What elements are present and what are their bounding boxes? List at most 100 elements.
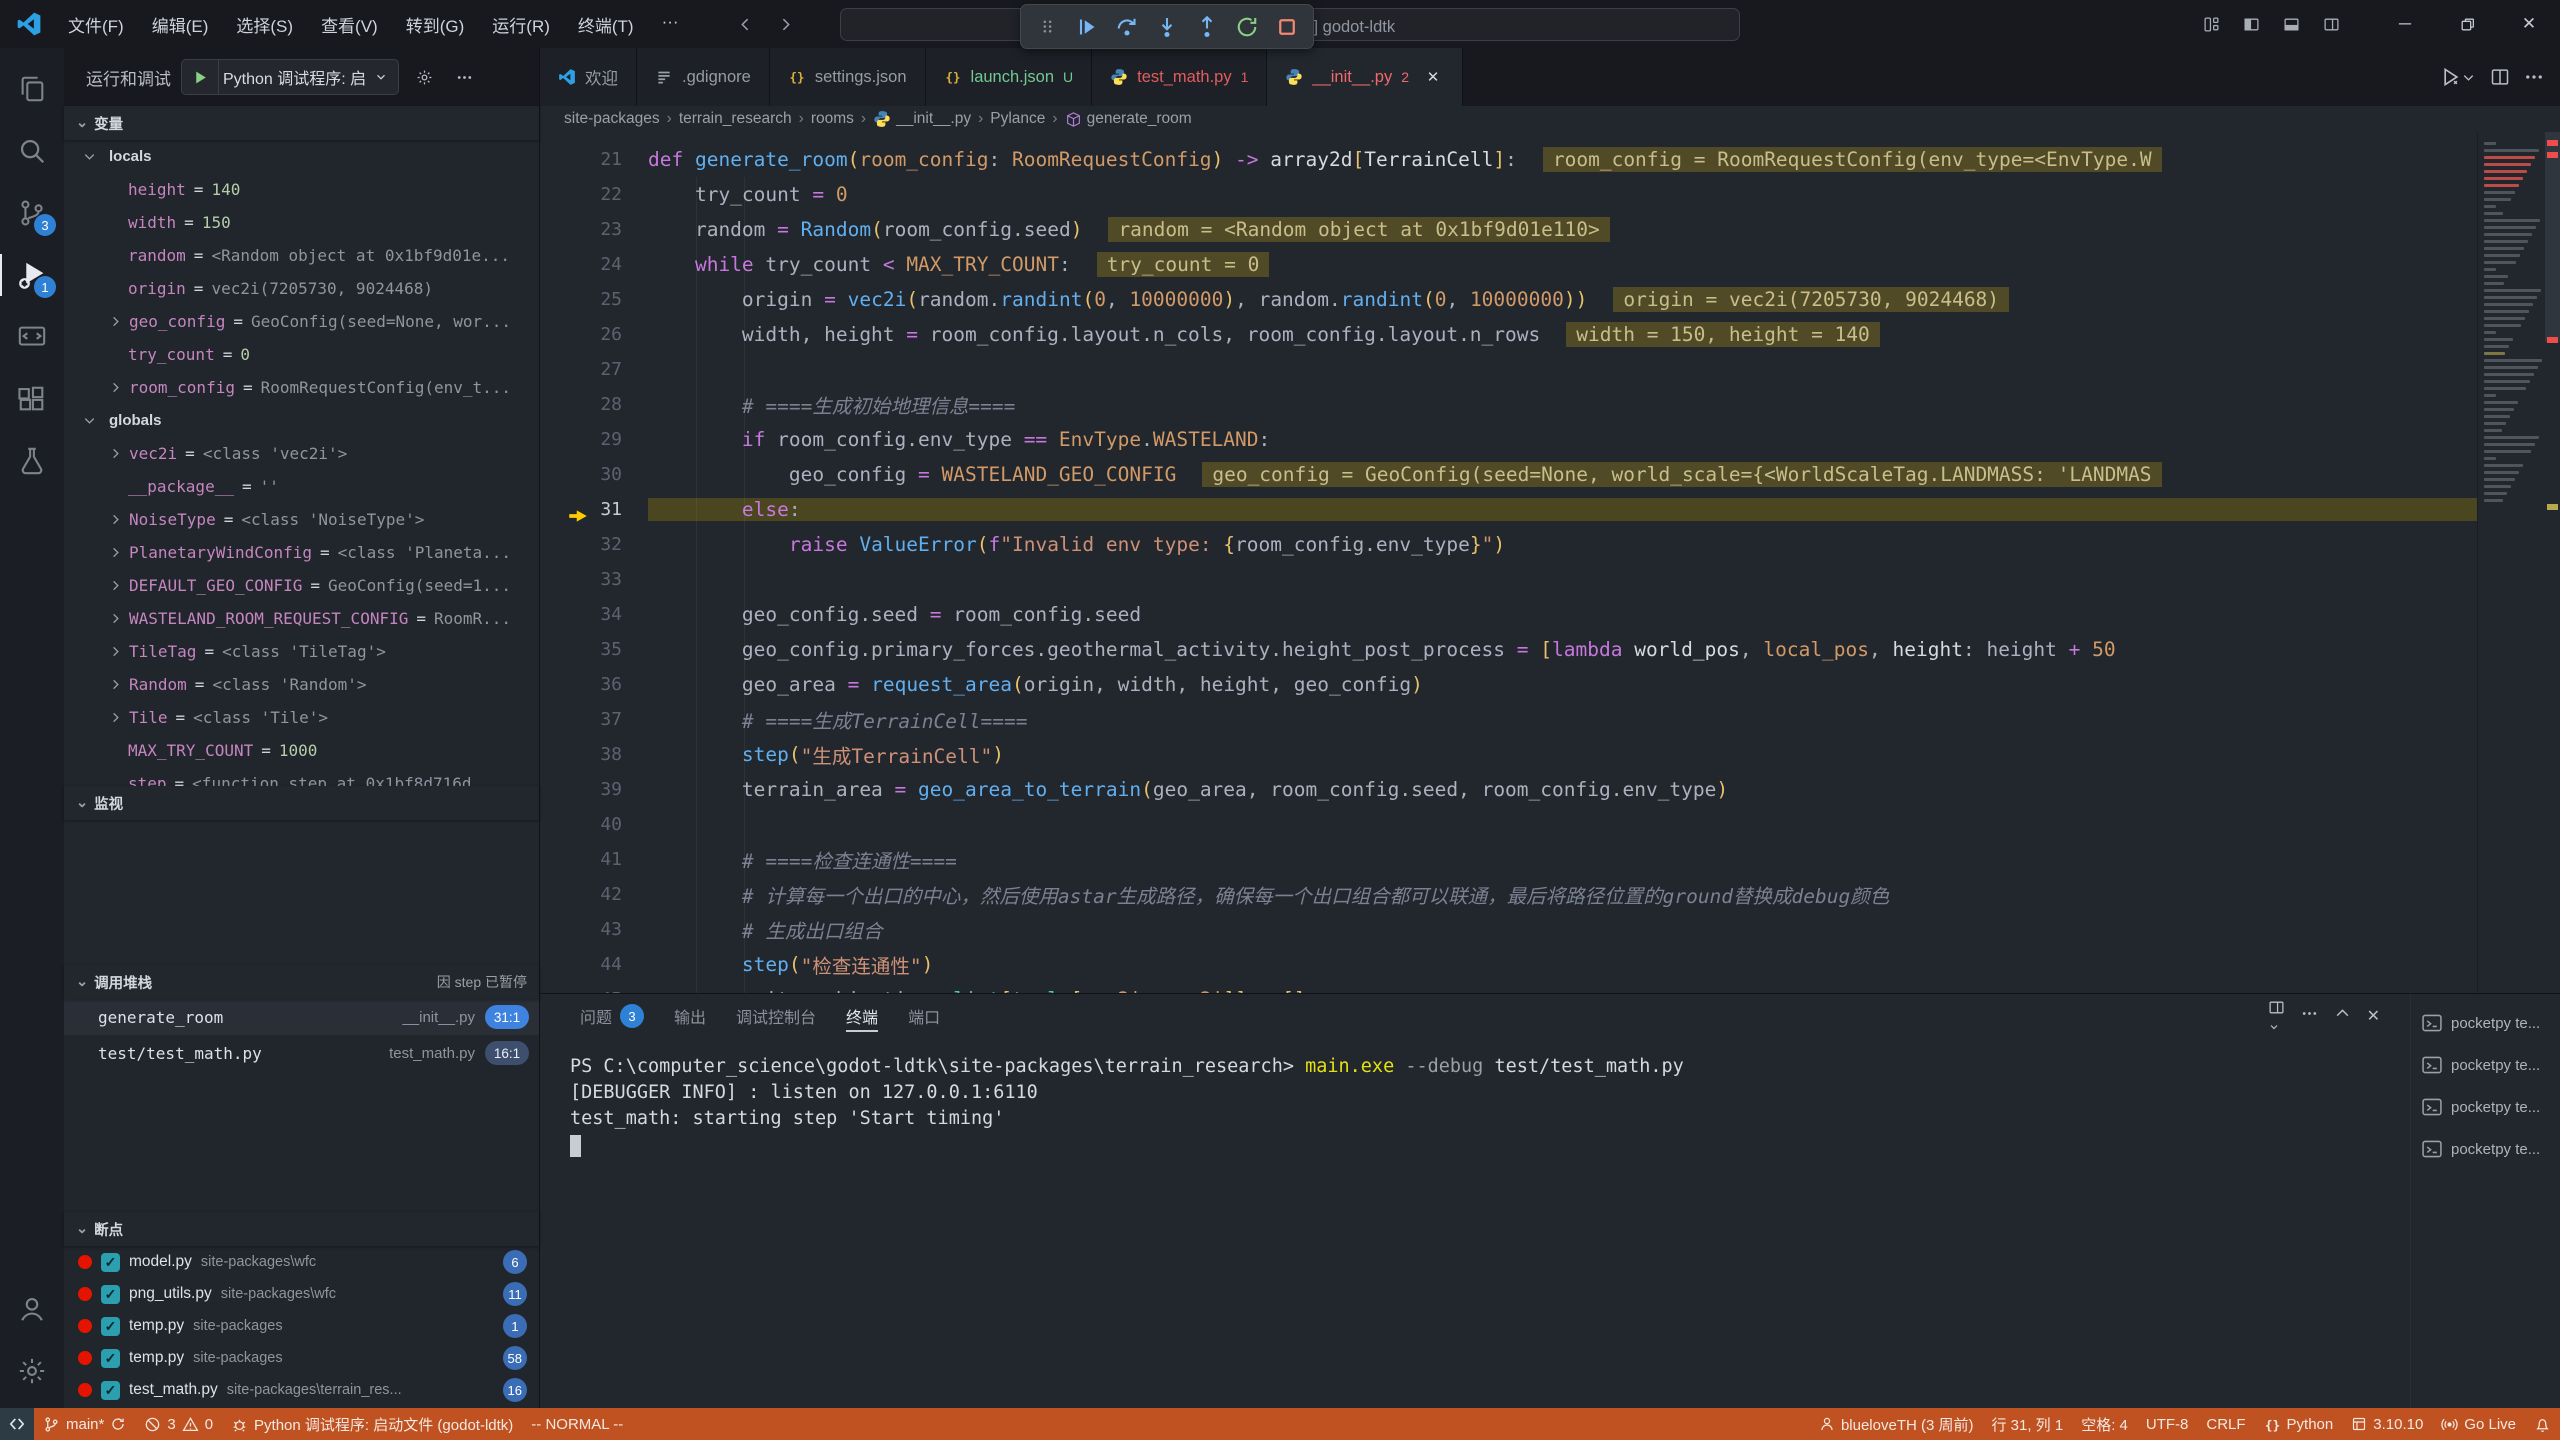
variables-scope-row[interactable]: locals xyxy=(64,140,539,173)
vim-mode[interactable]: -- NORMAL -- xyxy=(522,1408,632,1440)
toggle-secondary-sidebar-icon[interactable] xyxy=(2314,7,2348,41)
breadcrumb-item[interactable]: rooms xyxy=(811,110,854,128)
breadcrumb-item[interactable]: Pylance xyxy=(990,110,1045,128)
stack-frame-row[interactable]: test/test_math.pytest_math.py16:1 xyxy=(64,1035,539,1071)
breakpoint-row[interactable]: ✓test_math.pysite-packages\terrain_res..… xyxy=(64,1374,539,1406)
activity-account-icon[interactable] xyxy=(0,1278,64,1340)
indentation[interactable]: 空格: 4 xyxy=(2072,1408,2137,1440)
terminal-output[interactable]: PS C:\computer_science\godot-ldtk\site-p… xyxy=(540,1038,2410,1408)
nav-back-icon[interactable] xyxy=(731,9,761,39)
variable-row[interactable]: NoiseType=<class 'NoiseType'> xyxy=(64,503,539,536)
breadcrumb-item[interactable]: site-packages xyxy=(564,110,660,128)
panel-tab-输出[interactable]: 输出 xyxy=(662,994,718,1038)
panel-tab-问题[interactable]: 问题3 xyxy=(568,994,656,1038)
variable-row[interactable]: random=<Random object at 0x1bf9d01e... xyxy=(64,239,539,272)
breakpoint-row[interactable]: ✓temp.pysite-packages1 xyxy=(64,1310,539,1342)
breakpoint-checkbox[interactable]: ✓ xyxy=(101,1253,120,1272)
variable-row[interactable]: vec2i=<class 'vec2i'> xyxy=(64,437,539,470)
tab-test_math.py[interactable]: test_math.py1 xyxy=(1092,48,1267,106)
code-editor[interactable]: 2021def generate_room(room_config: RoomR… xyxy=(540,132,2560,993)
step-out-icon[interactable] xyxy=(1189,9,1225,45)
debug-config-select[interactable]: Python 调试程序: 启 xyxy=(218,60,398,94)
split-editor-icon[interactable] xyxy=(2490,67,2510,87)
stop-icon[interactable] xyxy=(1269,9,1305,45)
variable-row[interactable]: room_config=RoomRequestConfig(env_t... xyxy=(64,371,539,404)
activity-search-icon[interactable] xyxy=(0,120,64,182)
variable-row[interactable]: geo_config=GeoConfig(seed=None, wor... xyxy=(64,305,539,338)
continue-icon[interactable] xyxy=(1069,9,1105,45)
gitlens-author[interactable]: blueloveTH (3 周前) xyxy=(1810,1408,1983,1440)
restart-icon[interactable] xyxy=(1229,9,1265,45)
breakpoint-checkbox[interactable]: ✓ xyxy=(101,1285,120,1304)
close-window-icon[interactable]: ✕ xyxy=(2498,0,2560,48)
activity-source-control-icon[interactable]: 3 xyxy=(0,182,64,244)
activity-files-icon[interactable] xyxy=(0,58,64,120)
git-branch[interactable]: main* xyxy=(34,1408,135,1440)
variable-row[interactable]: DEFAULT_GEO_CONFIG=GeoConfig(seed=1... xyxy=(64,569,539,602)
variables-section-header[interactable]: ⌄变量 xyxy=(64,106,539,140)
problems[interactable]: 30 xyxy=(135,1408,222,1440)
callstack-section-header[interactable]: ⌄调用堆栈 因 step 已暂停 xyxy=(64,965,539,999)
minimap[interactable] xyxy=(2477,132,2545,993)
restore-icon[interactable] xyxy=(2436,0,2498,48)
menu-item[interactable]: 查看(V) xyxy=(309,8,390,41)
breadcrumb-item[interactable]: __init__.py xyxy=(873,110,971,128)
panel-layout-icon[interactable] xyxy=(2268,999,2285,1033)
variable-row[interactable]: try_count=0 xyxy=(64,338,539,371)
menu-item[interactable]: 终端(T) xyxy=(566,8,646,41)
panel-tab-端口[interactable]: 端口 xyxy=(896,994,952,1038)
start-debug-icon[interactable] xyxy=(182,59,218,95)
eol[interactable]: CRLF xyxy=(2197,1408,2254,1440)
activity-testing-icon[interactable] xyxy=(0,430,64,492)
breakpoint-row[interactable]: ✓temp.pysite-packages58 xyxy=(64,1342,539,1374)
panel-maximize-icon[interactable] xyxy=(2334,1005,2351,1027)
variables-scope-row[interactable]: globals xyxy=(64,404,539,437)
stack-frame-row[interactable]: generate_room__init__.py31:1 xyxy=(64,999,539,1035)
tab-.gdignore[interactable]: .gdignore xyxy=(637,48,770,106)
breakpoint-checkbox[interactable]: ✓ xyxy=(101,1381,120,1400)
activity-remote-explorer-icon[interactable] xyxy=(0,306,64,368)
breakpoint-row[interactable]: ✓png_utils.pysite-packages\wfc11 xyxy=(64,1278,539,1310)
variable-row[interactable]: TileTag=<class 'TileTag'> xyxy=(64,635,539,668)
panel-tab-调试控制台[interactable]: 调试控制台 xyxy=(724,994,828,1038)
variable-row[interactable]: MAX_TRY_COUNT=1000 xyxy=(64,734,539,767)
overview-ruler[interactable] xyxy=(2545,132,2560,993)
tab-launch.json[interactable]: {}launch.jsonU xyxy=(926,48,1093,106)
toggle-sidebar-icon[interactable] xyxy=(2234,7,2268,41)
step-into-icon[interactable] xyxy=(1149,9,1185,45)
language-mode[interactable]: {}Python xyxy=(2255,1408,2343,1440)
activity-run-debug-icon[interactable]: 1 xyxy=(0,244,64,306)
activity-extensions-icon[interactable] xyxy=(0,368,64,430)
terminal-instance-row[interactable]: pocketpy te... xyxy=(2411,1086,2560,1128)
variable-row[interactable]: WASTELAND_ROOM_REQUEST_CONFIG=RoomR... xyxy=(64,602,539,635)
run-python-file-icon[interactable] xyxy=(2439,66,2476,88)
tab-settings.json[interactable]: {}settings.json xyxy=(770,48,926,106)
minimize-icon[interactable]: ─ xyxy=(2374,0,2436,48)
menu-item[interactable]: 选择(S) xyxy=(224,8,305,41)
variable-row[interactable]: Random=<class 'Random'> xyxy=(64,668,539,701)
debug-session[interactable]: Python 调试程序: 启动文件 (godot-ldtk) xyxy=(222,1408,522,1440)
variable-row[interactable]: __package__='' xyxy=(64,470,539,503)
nav-forward-icon[interactable] xyxy=(771,9,801,39)
variable-row[interactable]: step=<function step at 0x1bf8d716d... xyxy=(64,767,539,786)
variable-row[interactable]: width=150 xyxy=(64,206,539,239)
encoding[interactable]: UTF-8 xyxy=(2137,1408,2198,1440)
watch-section-header[interactable]: ⌄监视 xyxy=(64,786,539,820)
tab-__init__.py[interactable]: __init__.py2✕ xyxy=(1267,48,1463,106)
menu-item[interactable]: ··· xyxy=(650,8,691,41)
step-over-icon[interactable] xyxy=(1109,9,1145,45)
terminal-instance-row[interactable]: pocketpy te... xyxy=(2411,1044,2560,1086)
variable-row[interactable]: origin=vec2i(7205730, 9024468) xyxy=(64,272,539,305)
toggle-panel-icon[interactable] xyxy=(2274,7,2308,41)
variable-row[interactable]: PlanetaryWindConfig=<class 'Planeta... xyxy=(64,536,539,569)
breakpoints-section-header[interactable]: ⌄断点 xyxy=(64,1212,539,1246)
breadcrumb-item[interactable]: generate_room xyxy=(1065,110,1192,128)
python-version[interactable]: 3.10.10 xyxy=(2342,1408,2432,1440)
panel-tab-终端[interactable]: 终端 xyxy=(834,994,890,1038)
breakpoint-checkbox[interactable]: ✓ xyxy=(101,1317,120,1336)
panel-close-icon[interactable]: ✕ xyxy=(2367,1006,2380,1026)
variable-row[interactable]: height=140 xyxy=(64,173,539,206)
variable-row[interactable]: Tile=<class 'Tile'> xyxy=(64,701,539,734)
close-icon[interactable]: ✕ xyxy=(1422,66,1444,88)
menu-item[interactable]: 转到(G) xyxy=(394,8,477,41)
